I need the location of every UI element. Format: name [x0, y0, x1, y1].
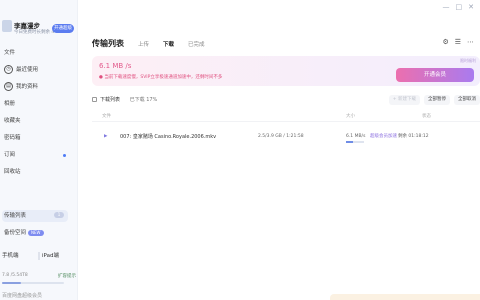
- device-links: 手机端 iPad端: [0, 250, 78, 262]
- download-speed: 6.1 MB /s: [99, 62, 132, 70]
- sidebar-item-subscribe[interactable]: 订阅: [0, 150, 78, 160]
- promo-label: 限时福利: [460, 58, 476, 63]
- vip-button[interactable]: 开通超级: [52, 24, 74, 33]
- file-name: 007: 皇家赌场 Casino.Royale.2006.mkv: [120, 134, 217, 140]
- upgrade-link[interactable]: 扩容提示: [58, 273, 76, 279]
- pause-all-button[interactable]: 全部暂停: [424, 95, 450, 105]
- sidebar-item-recent[interactable]: ◷ 最近使用: [0, 65, 78, 75]
- sidebar-item-label: 订阅: [4, 152, 16, 158]
- column-size: 大小: [346, 114, 355, 119]
- pad-link[interactable]: iPad端: [40, 250, 78, 262]
- column-file: 文件: [102, 114, 111, 119]
- sidebar-item-label: 最近使用: [16, 67, 39, 73]
- notification-dot: [63, 154, 66, 157]
- file-size: 2.5/3.9 GB / 1:21:58: [258, 134, 304, 139]
- progress-fill: [346, 141, 354, 143]
- phone-link[interactable]: 手机端: [0, 250, 38, 262]
- tab-download[interactable]: 下载: [163, 40, 174, 48]
- sidebar-item-vault[interactable]: 密码箱: [0, 133, 78, 143]
- sidebar-item-favorites[interactable]: 收藏夹: [0, 116, 78, 126]
- user-card[interactable]: 李嘉漫步 今日免费时长剩余 4 开通超级: [0, 18, 78, 46]
- file-icon: ▤: [4, 82, 13, 91]
- main-panel: 传输列表 上传 下载 已完成 ⚙ ☰ ⋯ 6.1 MB /s ● 当前下载速度慢…: [86, 0, 480, 300]
- select-all-checkbox[interactable]: [92, 97, 97, 102]
- sidebar-footer: 百度网盘超级会员: [2, 293, 43, 299]
- table-row[interactable]: ▶ 007: 皇家赌场 Casino.Royale.2006.mkv 2.5/3…: [92, 130, 480, 144]
- select-all-label: 下载列表: [100, 97, 121, 103]
- speed-warning: ● 当前下载速度慢，SVIP立享极速通道加速中，还剩时间不多: [99, 75, 223, 80]
- list-toolbar: 下载列表 已下载 17% + 新建下载 全部暂停 全部取消: [92, 95, 480, 105]
- sidebar-item-label: 传输列表: [4, 213, 27, 219]
- column-status: 状态: [422, 114, 431, 119]
- settings-icon[interactable]: ⚙: [442, 38, 448, 46]
- sidebar-item-label: 备份空间: [4, 230, 27, 236]
- sidebar-item-backup[interactable]: 备份空间 NEW: [0, 228, 44, 238]
- sidebar: 李嘉漫步 今日免费时长剩余 4 开通超级 文件 ◷ 最近使用 ▤ 我的资料 相册 收…: [0, 0, 78, 300]
- sidebar-nav: 文件 ◷ 最近使用 ▤ 我的资料 相册 收藏夹 密码箱 订阅 回收站: [0, 48, 78, 177]
- table-header: 文件 大小 状态: [92, 112, 480, 122]
- cancel-all-button[interactable]: 全部取消: [454, 95, 480, 105]
- storage-used: 7.8 /5.54T8: [2, 273, 28, 278]
- promo-toast: [330, 294, 480, 300]
- list-icon[interactable]: ☰: [455, 38, 461, 46]
- header-actions: ⚙ ☰ ⋯: [442, 38, 474, 46]
- tab-completed[interactable]: 已完成: [188, 40, 205, 48]
- sidebar-item-trash[interactable]: 回收站: [0, 167, 78, 177]
- sidebar-item-label: 相册: [4, 101, 16, 107]
- speed-pill: 超级会员加速: [370, 134, 397, 139]
- speed-banner: 6.1 MB /s ● 当前下载速度慢，SVIP立享极速通道加速中，还剩时间不多…: [92, 56, 480, 86]
- more-icon[interactable]: ⋯: [467, 38, 474, 46]
- sidebar-item-album[interactable]: 相册: [0, 99, 78, 109]
- boost-button[interactable]: 开通会员: [396, 68, 474, 82]
- storage-info: 7.8 /5.54T8 扩容提示: [2, 273, 76, 279]
- progress-bar: [346, 141, 364, 143]
- time-remaining: 剩余 01:18:12: [398, 134, 429, 139]
- sidebar-item-label: 密码箱: [4, 135, 21, 141]
- new-download-button[interactable]: + 新建下载: [388, 95, 420, 105]
- play-icon[interactable]: ▶: [104, 130, 107, 144]
- page-title: 传输列表: [92, 39, 124, 48]
- sidebar-item-label: 回收站: [4, 169, 21, 175]
- user-subtitle: 今日免费时长剩余 4: [14, 30, 55, 35]
- sidebar-item-label: 收藏夹: [4, 118, 21, 124]
- avatar[interactable]: [2, 20, 12, 32]
- sidebar-item-files[interactable]: 文件: [0, 48, 78, 58]
- tab-upload[interactable]: 上传: [138, 40, 149, 48]
- sidebar-item-transfer[interactable]: 传输列表 1: [2, 210, 68, 222]
- sidebar-item-label: 文件: [4, 50, 16, 56]
- sidebar-item-label: 我的资料: [16, 84, 39, 90]
- transfer-tabs: 上传 下载 已完成: [138, 40, 205, 48]
- clock-icon: ◷: [4, 65, 13, 74]
- transfer-count-badge: 1: [54, 212, 64, 218]
- sidebar-item-docs[interactable]: ▤ 我的资料: [0, 82, 78, 92]
- storage-bar: [2, 282, 64, 284]
- status-summary: 已下载 17%: [129, 97, 158, 103]
- storage-fill: [2, 282, 21, 284]
- new-tag: NEW: [28, 229, 44, 236]
